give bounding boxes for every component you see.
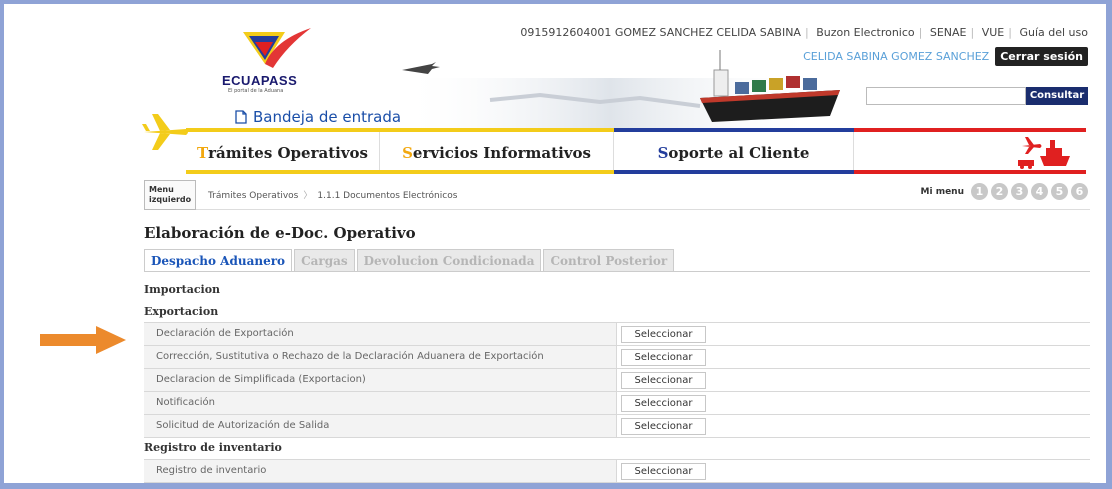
user-line: CELIDA SABINA GOMEZ SANCHEZ Cerrar sesió…: [803, 47, 1088, 66]
nav-tramites-label: rámites Operativos: [208, 144, 368, 162]
logout-button[interactable]: Cerrar sesión: [995, 47, 1088, 66]
brand-name: ECUAPASS: [222, 73, 298, 88]
breadcrumb-divider: [196, 209, 1090, 210]
tab-control-posterior[interactable]: Control Posterior: [543, 249, 675, 271]
nav-transport-icons: [854, 132, 1086, 174]
main-nav: Trámites Operativos Servicios Informativ…: [186, 132, 1086, 174]
breadcrumb: Trámites Operativos 〉 1.1.1 Documentos Ele…: [208, 191, 458, 201]
nav-soporte[interactable]: Soporte al Cliente: [614, 132, 854, 174]
seleccionar-button[interactable]: Seleccionar: [621, 371, 706, 389]
my-menu-slot[interactable]: 3: [1011, 183, 1028, 200]
top-links: 0915912604001 GOMEZ SANCHEZ CELIDA SABIN…: [520, 26, 1088, 39]
airplane-icon: [142, 114, 188, 150]
consultar-button[interactable]: Consultar: [1026, 87, 1088, 105]
my-menu-slot[interactable]: 2: [991, 183, 1008, 200]
vue-link[interactable]: VUE: [982, 26, 1005, 39]
left-menu-label-1: Menu: [149, 185, 174, 194]
tab-despacho-aduanero[interactable]: Despacho Aduanero: [144, 249, 293, 271]
user-name: CELIDA SABINA GOMEZ SANCHEZ: [803, 50, 990, 63]
tab-cargas[interactable]: Cargas: [294, 249, 355, 271]
nav-servicios-initial: S: [402, 144, 413, 162]
search-input[interactable]: [866, 87, 1026, 105]
brand-tagline: El portal de la Aduana: [228, 88, 284, 94]
plane-ship-icon: [1018, 137, 1070, 169]
row-label: Solicitud de Autorización de Salida: [144, 415, 616, 437]
my-menu-slot[interactable]: 6: [1071, 183, 1088, 200]
section-exportacion[interactable]: Exportacion: [144, 305, 218, 318]
seleccionar-button[interactable]: Seleccionar: [621, 325, 706, 343]
tabs-divider: [144, 271, 1090, 272]
search-bar: Consultar: [866, 87, 1088, 105]
seleccionar-button[interactable]: Seleccionar: [621, 462, 706, 480]
nav-servicios[interactable]: Servicios Informativos: [380, 132, 614, 174]
seleccionar-button[interactable]: Seleccionar: [621, 394, 706, 412]
breadcrumb-item[interactable]: Trámites Operativos: [208, 191, 298, 201]
port-ship-banner-icon: [400, 50, 840, 130]
nav-tramites-initial: T: [196, 144, 209, 162]
table-row: Solicitud de Autorización de Salida Sele…: [144, 415, 1090, 438]
tab-bar: Despacho Aduanero Cargas Devolucion Cond…: [144, 249, 675, 271]
table-row: Registro de inventario Seleccionar: [144, 460, 1090, 483]
section-importacion[interactable]: Importacion: [144, 283, 220, 296]
table-row: Declaración de Exportación Seleccionar: [144, 323, 1090, 346]
nav-servicios-label: ervicios Informativos: [412, 144, 591, 162]
my-menu: Mi menu 1 2 3 4 5 6: [921, 183, 1088, 200]
row-label: Declaración de Exportación: [144, 323, 616, 345]
my-menu-label: Mi menu: [920, 186, 964, 197]
page-title: Elaboración de e-Doc. Operativo: [144, 224, 416, 242]
seleccionar-button[interactable]: Seleccionar: [621, 417, 706, 435]
nav-bottom-stripe: [186, 170, 1086, 174]
nav-tramites[interactable]: Trámites Operativos: [186, 132, 380, 174]
buzon-link[interactable]: Buzon Electronico: [816, 26, 914, 39]
section-registro-inventario[interactable]: Registro de inventario: [144, 441, 282, 454]
orange-arrow-icon: [40, 326, 126, 354]
user-id: 0915912604001 GOMEZ SANCHEZ CELIDA SABIN…: [520, 26, 801, 39]
row-label: Corrección, Sustitutiva o Rechazo de la …: [144, 346, 616, 368]
nav-soporte-initial: S: [657, 144, 669, 162]
document-icon: [235, 110, 247, 124]
table-row: Declaracion de Simplificada (Exportacion…: [144, 369, 1090, 392]
my-menu-slot[interactable]: 5: [1051, 183, 1068, 200]
table-row: Notificación Seleccionar: [144, 392, 1090, 415]
left-menu-label-2: izquierdo: [149, 195, 192, 204]
senae-link[interactable]: SENAE: [930, 26, 967, 39]
tab-devolucion-condicionada[interactable]: Devolucion Condicionada: [356, 249, 542, 271]
left-menu-toggle[interactable]: Menu izquierdo: [144, 180, 196, 210]
row-label: Registro de inventario: [144, 460, 616, 482]
my-menu-slot[interactable]: 1: [971, 183, 988, 200]
registro-options-table: Registro de inventario Seleccionar: [144, 459, 1090, 483]
guide-link[interactable]: Guía del uso: [1019, 26, 1088, 39]
export-options-table: Declaración de Exportación Seleccionar C…: [144, 322, 1090, 438]
nav-soporte-label: oporte al Cliente: [668, 144, 810, 162]
table-row: Corrección, Sustitutiva o Rechazo de la …: [144, 346, 1090, 369]
seleccionar-button[interactable]: Seleccionar: [621, 348, 706, 366]
row-label: Declaracion de Simplificada (Exportacion…: [144, 369, 616, 391]
row-label: Notificación: [144, 392, 616, 414]
breadcrumb-item[interactable]: 1.1.1 Documentos Electrónicos: [317, 191, 457, 201]
my-menu-slot[interactable]: 4: [1031, 183, 1048, 200]
